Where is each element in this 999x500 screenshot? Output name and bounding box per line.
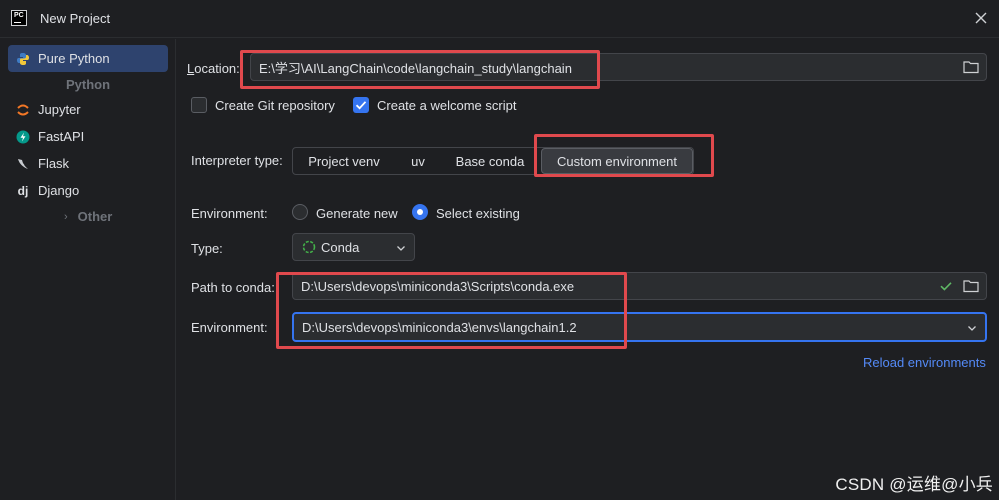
interpreter-type-selector: Project venv uv Base conda Custom enviro… [292, 147, 694, 175]
fastapi-icon [16, 130, 30, 144]
path-to-conda-field[interactable]: D:\Users\devops\miniconda3\Scripts\conda… [292, 272, 987, 300]
welcome-script-checkbox[interactable] [353, 97, 369, 113]
watermark: CSDN @运维@小兵 [835, 475, 993, 494]
location-field[interactable]: E:\学习\AI\LangChain\code\langchain_study\… [250, 53, 987, 81]
create-git-checkbox[interactable] [191, 97, 207, 113]
jupyter-icon [16, 103, 30, 117]
sidebar-group-python: Python [66, 77, 111, 92]
interpreter-option-uv[interactable]: uv [395, 148, 441, 174]
flask-icon [16, 157, 30, 171]
create-git-label: Create Git repository [215, 98, 335, 113]
path-to-conda-value: D:\Users\devops\miniconda3\Scripts\conda… [301, 278, 575, 294]
sidebar-item-label: Jupyter [38, 102, 81, 117]
sidebar-item-label: Django [38, 183, 80, 198]
sidebar-item-jupyter[interactable]: Jupyter [8, 96, 168, 123]
pycharm-logo-icon: PC [11, 10, 27, 26]
type-value: Conda [321, 239, 360, 255]
sidebar-item-fastapi[interactable]: FastAPI [8, 123, 168, 150]
conda-icon [302, 240, 316, 254]
title-bar: PC New Project [0, 0, 999, 38]
path-to-conda-label: Path to conda: [191, 280, 275, 295]
checkmark-icon [355, 101, 367, 110]
welcome-script-label: Create a welcome script [377, 98, 517, 113]
python-icon [16, 52, 30, 66]
sidebar-item-pure-python[interactable]: Pure Python [8, 45, 168, 72]
project-settings-panel: Location: E:\学习\AI\LangChain\code\langch… [177, 39, 999, 500]
sidebar-item-label: Flask [38, 156, 70, 171]
generate-new-label: Generate new [316, 206, 398, 221]
project-type-sidebar: Pure Python Python Jupyter FastAPI Flask… [0, 39, 176, 500]
chevron-right-icon: › [64, 210, 68, 223]
sidebar-item-flask[interactable]: Flask [8, 150, 168, 177]
select-existing-radio[interactable] [412, 204, 428, 220]
folder-icon[interactable] [962, 277, 980, 295]
generate-new-radio[interactable] [292, 204, 308, 220]
sidebar-group-other[interactable]: › Other [64, 209, 112, 224]
close-icon[interactable] [973, 10, 989, 26]
chevron-down-icon [397, 246, 405, 251]
environment-select[interactable]: D:\Users\devops\miniconda3\envs\langchai… [292, 312, 987, 342]
interpreter-type-label: Interpreter type: [191, 153, 283, 168]
sidebar-group-other-label: Other [77, 209, 113, 224]
interpreter-option-custom-environment[interactable]: Custom environment [541, 148, 693, 174]
select-existing-label: Select existing [436, 206, 520, 221]
sidebar-item-django[interactable]: dj Django [8, 177, 168, 204]
type-select[interactable]: Conda [292, 233, 415, 261]
window-title: New Project [40, 11, 111, 26]
environment-value: D:\Users\devops\miniconda3\envs\langchai… [302, 319, 577, 335]
checkmark-valid-icon [940, 282, 952, 291]
location-label: Location: [187, 61, 240, 76]
django-icon: dj [17, 183, 29, 198]
type-label: Type: [191, 241, 223, 256]
chevron-down-icon [968, 326, 976, 331]
location-value: E:\学习\AI\LangChain\code\langchain_study\… [259, 60, 572, 76]
environment-label: Environment: [191, 320, 268, 335]
reload-environments-link[interactable]: Reload environments [863, 355, 986, 370]
sidebar-item-label: Pure Python [38, 51, 110, 66]
sidebar-item-label: FastAPI [38, 129, 85, 144]
interpreter-option-project-venv[interactable]: Project venv [293, 148, 395, 174]
folder-icon[interactable] [962, 58, 980, 76]
environment-mode-label: Environment: [191, 206, 268, 221]
interpreter-option-base-conda[interactable]: Base conda [441, 148, 539, 174]
